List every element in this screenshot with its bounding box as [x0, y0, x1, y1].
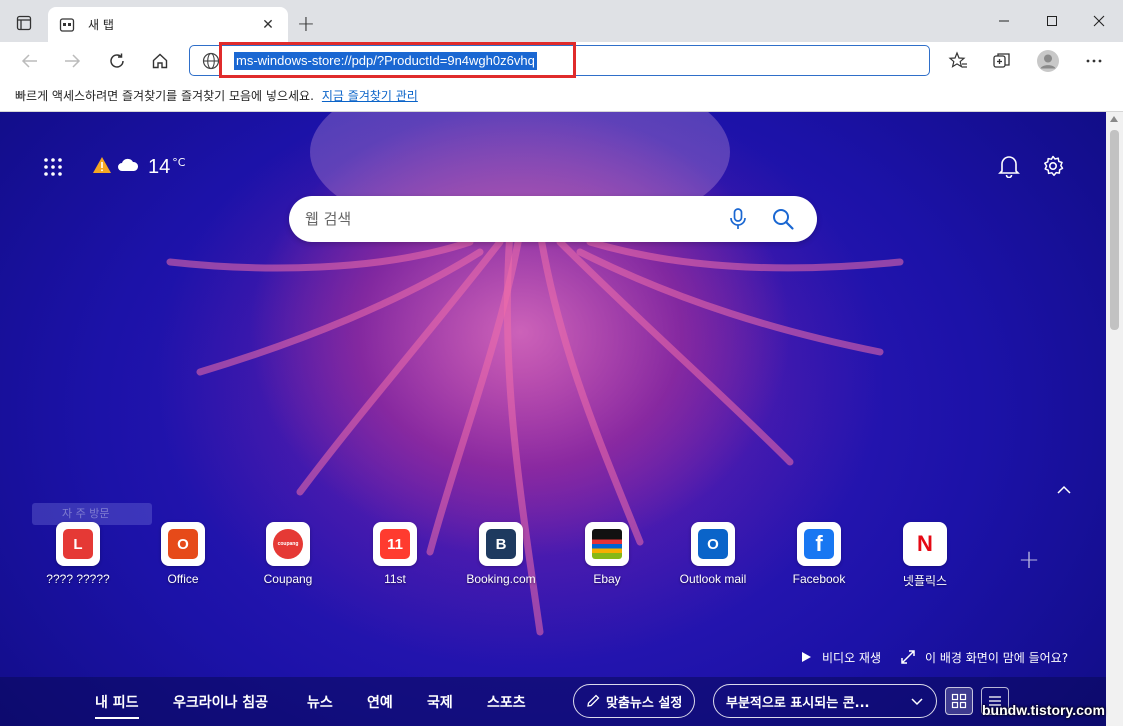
like-background-label: 이 배경 화면이 맘에 들어요?	[925, 650, 1069, 665]
favorites-bar-hint: 빠르게 액세스하려면 즐겨찾기를 즐겨찾기 모음에 넣으세요.	[15, 89, 314, 103]
booking-icon: B	[479, 522, 523, 566]
quick-link-label: 넷플릭스	[902, 574, 948, 588]
quick-link-label: Office	[167, 572, 199, 586]
web-search-box[interactable]	[289, 196, 817, 242]
quick-link-tile[interactable]: L ???? ?????	[28, 522, 128, 586]
quick-link-label: Outlook mail	[679, 572, 747, 586]
quick-link-label: Ebay	[593, 572, 621, 586]
grid-layout-icon	[951, 693, 967, 709]
weather-alert-icon	[92, 156, 112, 178]
profile-avatar-icon[interactable]	[1032, 46, 1064, 76]
coupang-icon: coupang	[266, 522, 310, 566]
notifications-bell-icon[interactable]	[998, 154, 1020, 179]
close-window-button[interactable]	[1075, 0, 1123, 42]
back-arrow-icon[interactable]	[14, 46, 46, 76]
temperature-value: 14	[148, 155, 171, 178]
home-icon[interactable]	[144, 46, 176, 76]
personalize-news-button[interactable]: 맞춤뉴스 설정	[573, 684, 696, 718]
chevron-down-icon	[911, 698, 923, 706]
quick-link-tile[interactable]: O Outlook mail	[663, 522, 763, 586]
quick-link-tile[interactable]: O Office	[133, 522, 233, 586]
refresh-icon[interactable]	[101, 46, 133, 76]
pencil-icon	[587, 694, 600, 707]
feed-tab-my-feed[interactable]: 내 피드	[95, 692, 139, 719]
outlook-icon: O	[691, 522, 735, 566]
quick-links: L ???? ????? O Office coupang Coupang 11 11st B B…	[0, 522, 1106, 592]
add-shortcut-button[interactable]: +	[1017, 547, 1041, 573]
new-tab-page: 14 °C 자 주 방문 L???? ?????OOfficecoupangCo…	[0, 112, 1106, 726]
quick-link-label: Facebook	[792, 572, 846, 586]
quick-link-tile[interactable]: B Booking.com	[451, 522, 551, 586]
quick-link-tile[interactable]: Ebay	[557, 522, 657, 586]
play-video-button[interactable]: 비디오 재생	[800, 649, 881, 666]
scroll-up-arrow-icon[interactable]	[1110, 116, 1118, 122]
news-feed-bar: 내 피드 우크라이나 침공 뉴스 연예 국제 스포츠 맞춤뉴스 설정 부분적으로…	[0, 677, 1106, 726]
play-icon	[802, 652, 811, 662]
minimize-button[interactable]	[980, 0, 1028, 42]
new-tab-button[interactable]: +	[294, 12, 318, 37]
collections-icon[interactable]	[986, 46, 1018, 76]
search-magnifier-icon[interactable]	[771, 207, 795, 231]
tab-strip: 새 탭 ✕ +	[0, 0, 1123, 42]
temperature-unit: °C	[172, 156, 186, 169]
page-scrollbar[interactable]	[1106, 112, 1123, 726]
11st-icon: 11	[373, 522, 417, 566]
background-controls: 비디오 재생 이 배경 화면이 맘에 들어요?	[800, 648, 1088, 666]
feed-tab-world[interactable]: 국제	[427, 692, 453, 712]
content-visibility-dropdown[interactable]: 부분적으로 표시되는 콘...	[713, 684, 937, 718]
l-letter-icon: L	[56, 522, 100, 566]
play-video-label: 비디오 재생	[822, 650, 882, 665]
quick-link-label: Booking.com	[466, 572, 536, 586]
feed-tab-ukraine[interactable]: 우크라이나 침공	[173, 692, 268, 712]
ebay-bag-icon	[585, 522, 629, 566]
close-tab-icon[interactable]: ✕	[258, 15, 278, 35]
personalize-news-label: 맞춤뉴스 설정	[606, 695, 683, 711]
quick-link-label: ???? ?????	[46, 572, 110, 586]
search-input[interactable]	[305, 208, 705, 230]
voice-search-mic-icon[interactable]	[727, 207, 749, 231]
weather-widget[interactable]: 14 °C	[92, 152, 185, 182]
quick-link-tile[interactable]: f Facebook	[769, 522, 869, 586]
app-launcher-icon[interactable]	[42, 156, 64, 178]
feed-tab-entertainment[interactable]: 연예	[367, 692, 393, 712]
new-tab-favicon-icon	[58, 16, 76, 34]
cloud-icon	[116, 157, 140, 177]
watermark: bundw.tistory.com	[982, 702, 1105, 718]
quick-link-tile[interactable]: 11 11st	[345, 522, 445, 586]
address-bar[interactable]: ms-windows-store://pdp/?ProductId=9n4wgh…	[189, 45, 930, 76]
content-visibility-label: 부분적으로 표시되는 콘...	[726, 695, 870, 711]
netflix-icon: N	[903, 522, 947, 566]
quick-link-tile[interactable]: N 넷플릭스	[875, 522, 975, 589]
expand-arrows-icon	[901, 650, 915, 664]
feed-tab-news[interactable]: 뉴스	[307, 692, 333, 712]
collapse-chevron-up-icon[interactable]	[1055, 482, 1073, 496]
maximize-button[interactable]	[1028, 0, 1076, 42]
more-options-icon[interactable]	[1078, 46, 1110, 76]
feed-tab-sports[interactable]: 스포츠	[487, 692, 526, 712]
office-icon: O	[161, 522, 205, 566]
tab-actions-icon[interactable]	[10, 11, 38, 35]
favorites-bar: 빠르게 액세스하려면 즐겨찾기를 즐겨찾기 모음에 넣으세요. 지금 즐겨찾기 …	[0, 80, 1123, 112]
globe-icon	[202, 52, 220, 70]
favorites-star-icon[interactable]	[942, 46, 974, 76]
url-text[interactable]: ms-windows-store://pdp/?ProductId=9n4wgh…	[234, 52, 537, 70]
tab-new-tab[interactable]: 새 탭 ✕	[48, 7, 288, 42]
page-settings-gear-icon[interactable]	[1041, 154, 1065, 178]
manage-favorites-link[interactable]: 지금 즐겨찾기 관리	[322, 87, 418, 104]
tab-title: 새 탭	[88, 18, 114, 32]
scrollbar-thumb[interactable]	[1110, 130, 1119, 330]
quick-link-label: Coupang	[263, 572, 313, 586]
navigation-toolbar: ms-windows-store://pdp/?ProductId=9n4wgh…	[0, 42, 1123, 80]
facebook-icon: f	[797, 522, 841, 566]
quick-link-tile[interactable]: coupang Coupang	[238, 522, 338, 586]
forward-arrow-icon[interactable]	[56, 46, 88, 76]
like-background-button[interactable]: 이 배경 화면이 맘에 들어요?	[901, 649, 1068, 666]
quick-link-label: 11st	[384, 572, 406, 586]
grid-layout-button[interactable]	[945, 687, 973, 715]
